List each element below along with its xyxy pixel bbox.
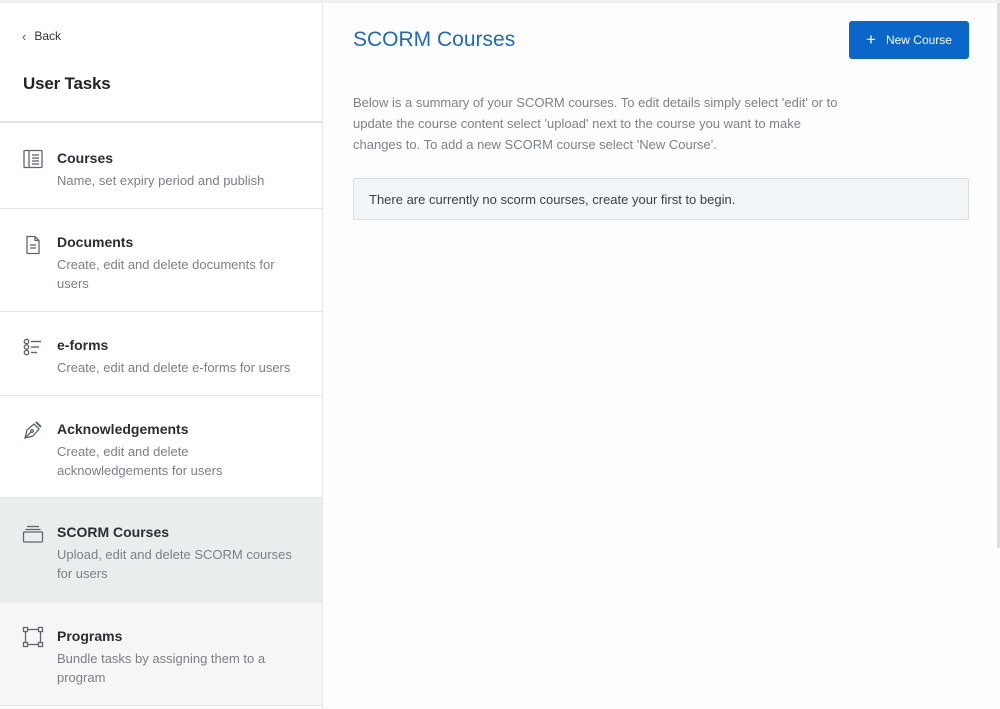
new-course-button[interactable]: + New Course xyxy=(849,21,969,59)
sidebar: ‹ Back User Tasks Courses Name, set expi… xyxy=(0,3,323,709)
new-course-label: New Course xyxy=(885,33,952,47)
sidebar-item-title: Programs xyxy=(57,628,123,644)
sidebar-item-desc: Create, edit and delete documents for us… xyxy=(57,257,275,291)
plus-icon: + xyxy=(866,29,876,49)
pen-nib-icon xyxy=(22,419,44,441)
back-link[interactable]: ‹ Back xyxy=(22,27,61,45)
document-icon xyxy=(22,234,44,256)
sidebar-item-desc: Bundle tasks by assigning them to a prog… xyxy=(57,651,266,685)
sidebar-item-documents[interactable]: Documents Create, edit and delete docume… xyxy=(0,209,322,312)
sidebar-item-eforms[interactable]: e-forms Create, edit and delete e-forms … xyxy=(0,312,322,396)
sidebar-item-desc: Name, set expiry period and publish xyxy=(57,173,265,188)
sidebar-item-courses[interactable]: Courses Name, set expiry period and publ… xyxy=(0,123,322,209)
checklist-icon xyxy=(22,336,44,358)
sidebar-title: User Tasks xyxy=(23,74,111,93)
back-label: Back xyxy=(34,29,62,43)
empty-state-notice: There are currently no scorm courses, cr… xyxy=(353,178,969,220)
empty-state-text: There are currently no scorm courses, cr… xyxy=(369,191,736,207)
sidebar-item-desc: Upload, edit and delete SCORM courses fo… xyxy=(57,547,292,581)
sidebar-item-acknowledgements[interactable]: Acknowledgements Create, edit and delete… xyxy=(0,396,322,498)
sidebar-item-title: Acknowledgements xyxy=(57,421,189,437)
sidebar-item-title: Courses xyxy=(57,150,114,166)
stack-icon xyxy=(22,523,44,545)
sidebar-item-scorm-courses[interactable]: SCORM Courses Upload, edit and delete SC… xyxy=(0,498,322,602)
sidebar-item-title: Documents xyxy=(57,234,134,250)
page-title: SCORM Courses xyxy=(353,28,516,51)
summary-text: Below is a summary of your SCORM courses… xyxy=(353,95,838,152)
sidebar-items: Courses Name, set expiry period and publ… xyxy=(0,123,322,706)
sidebar-item-programs[interactable]: Programs Bundle tasks by assigning them … xyxy=(0,602,322,706)
frame-icon xyxy=(22,626,44,648)
book-icon xyxy=(22,148,44,170)
sidebar-item-title: e-forms xyxy=(57,337,109,353)
chevron-left-icon: ‹ xyxy=(22,28,27,44)
sidebar-item-title: SCORM Courses xyxy=(57,524,170,540)
sidebar-item-desc: Create, edit and delete e-forms for user… xyxy=(57,360,291,375)
sidebar-item-desc: Create, edit and delete acknowledgements… xyxy=(57,444,223,478)
